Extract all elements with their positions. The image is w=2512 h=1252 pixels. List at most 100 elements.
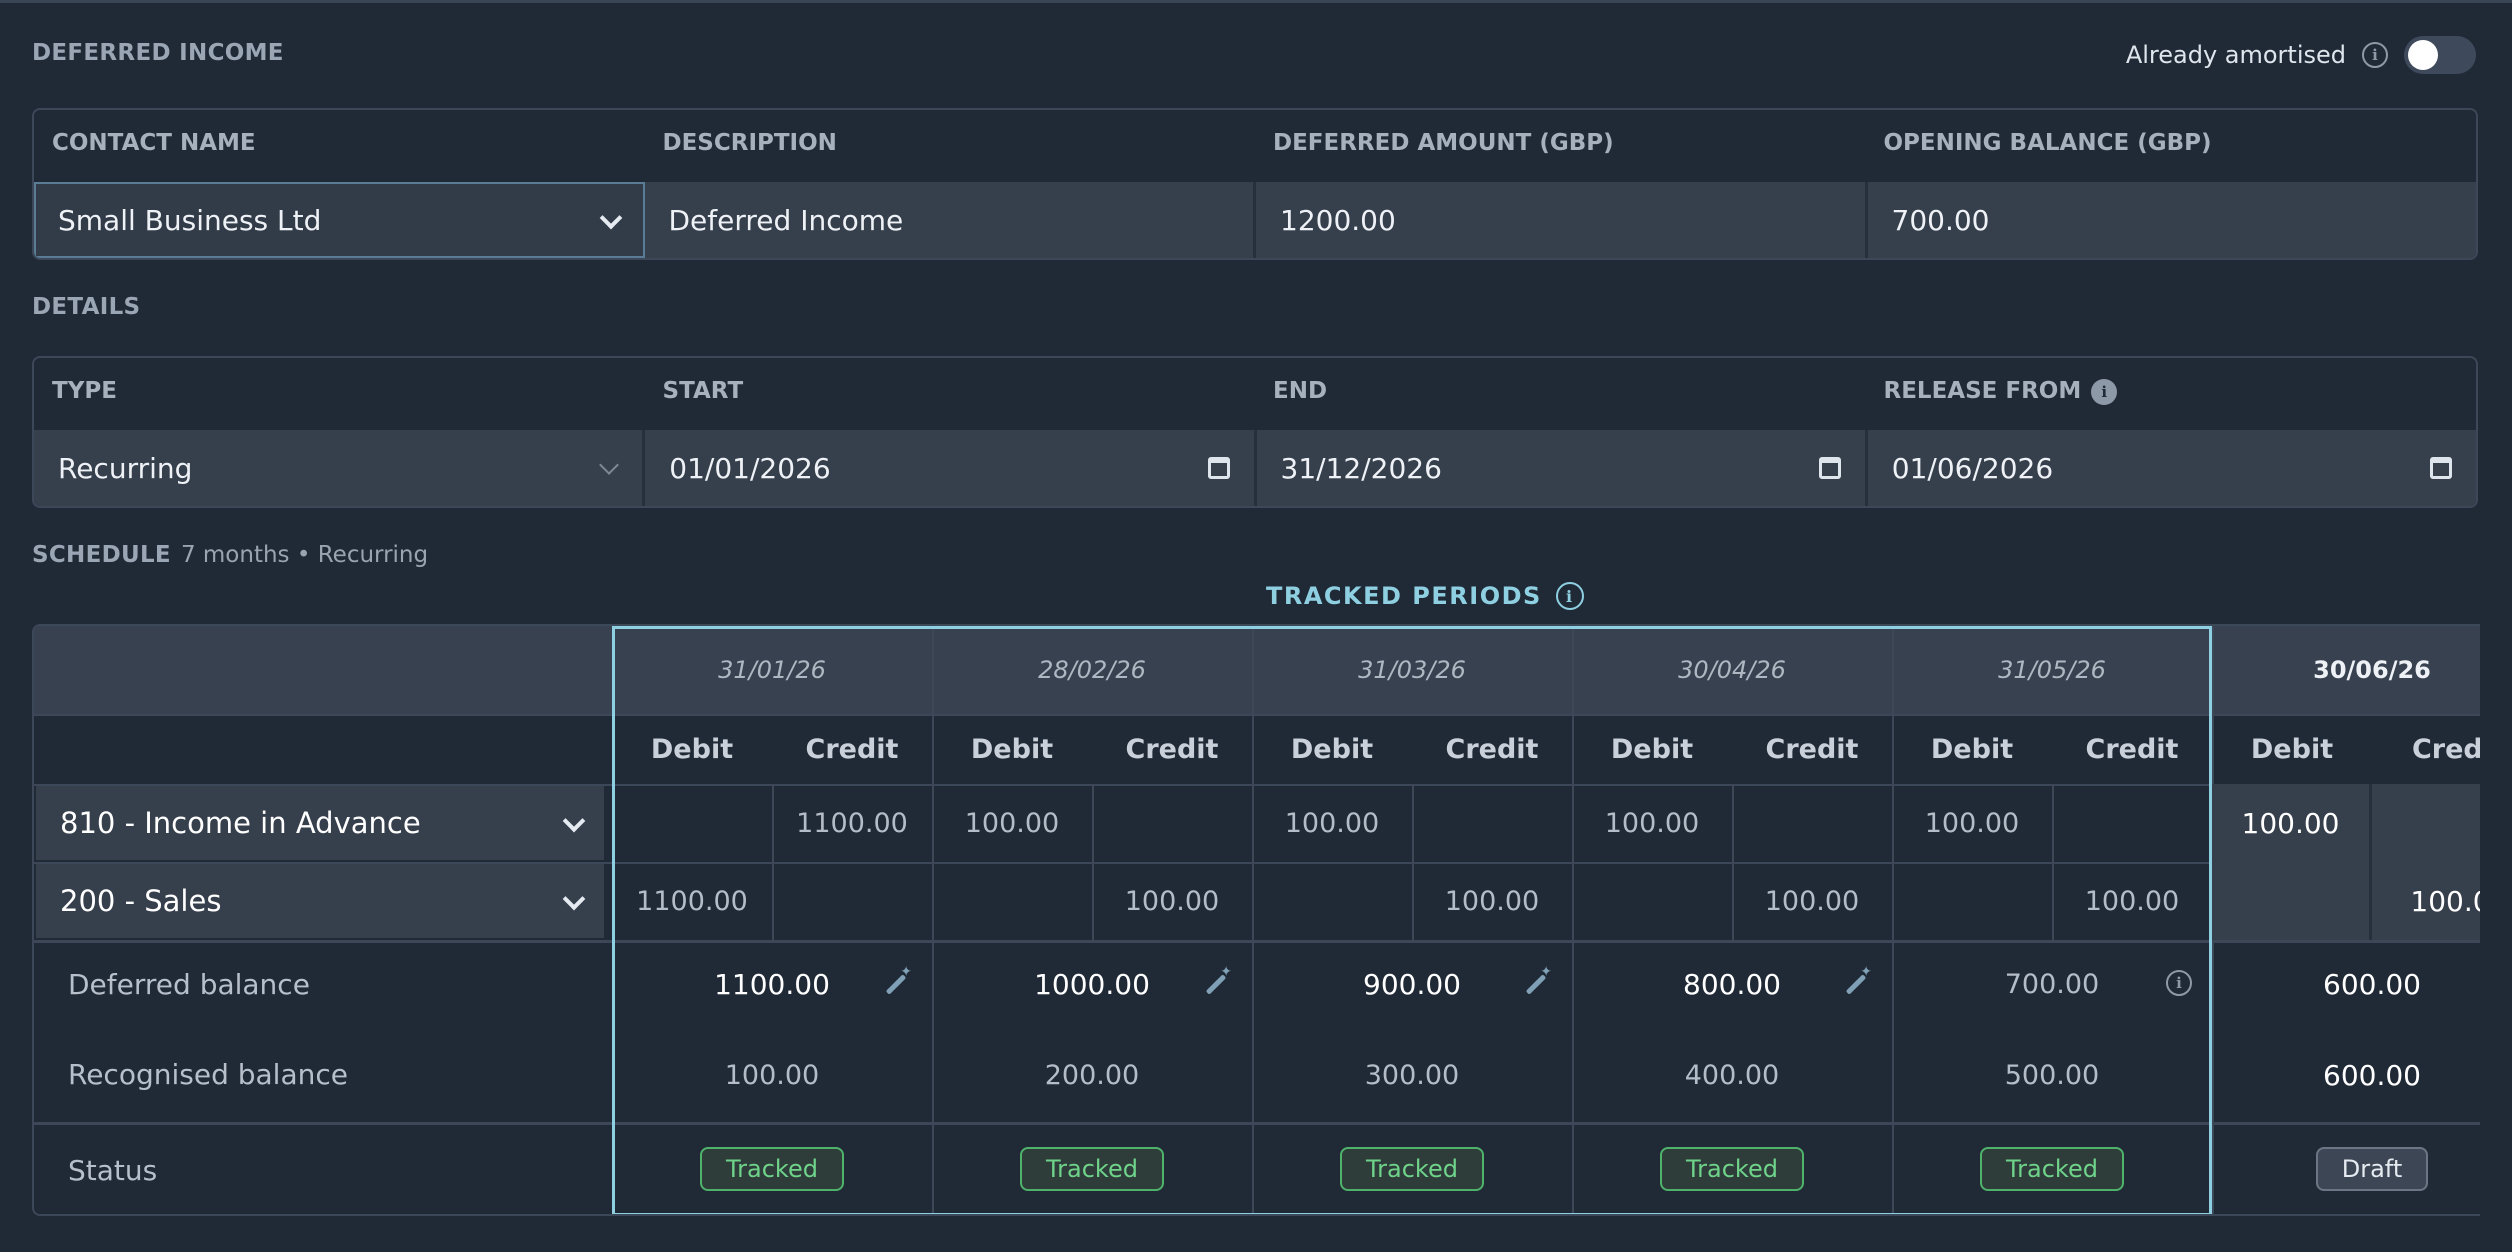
status-cell: Tracked — [1252, 1122, 1572, 1214]
top-border — [0, 0, 2512, 3]
schedule-subtitle: 7 months • Recurring — [180, 542, 429, 568]
already-amortised-control: Already amortised i — [2126, 30, 2476, 80]
chevron-down-icon — [598, 458, 618, 478]
calendar-icon[interactable] — [1818, 457, 1841, 479]
release-from-header: RELEASE FROM i — [1866, 358, 2477, 430]
status-badge[interactable]: Tracked — [1660, 1147, 1804, 1191]
credit-header: Credit — [1125, 733, 1219, 765]
status-badge[interactable]: Tracked — [1340, 1147, 1484, 1191]
type-value: Recurring — [58, 451, 193, 485]
magic-wand-icon[interactable] — [1842, 964, 1872, 998]
credit-cell[interactable] — [2052, 784, 2212, 862]
credit-cell[interactable]: 100.00 — [2052, 862, 2212, 940]
calendar-icon[interactable] — [2430, 457, 2452, 479]
start-date-input[interactable]: 01/01/2026 — [645, 430, 1257, 506]
status-cell: Tracked — [612, 1122, 932, 1214]
period-date: 31/01/26 — [718, 656, 826, 684]
credit-cell[interactable] — [1732, 784, 1892, 862]
debit-cell[interactable]: 100.00 — [1892, 784, 2052, 862]
status-badge[interactable]: Tracked — [700, 1147, 844, 1191]
debit-cell[interactable] — [1252, 862, 1412, 940]
deferred-balance-value: 700.00 — [2004, 968, 2100, 1000]
debit-cell[interactable] — [2212, 862, 2372, 940]
recognised-balance-value: 200.00 — [1044, 1059, 1140, 1091]
status-badge[interactable]: Draft — [2315, 1147, 2429, 1191]
credit-cell[interactable]: 100.00 — [1732, 862, 1892, 940]
deferred-income-fields: CONTACT NAME DESCRIPTION DEFERRED AMOUNT… — [32, 108, 2478, 260]
debit-cell[interactable]: 100.00 — [932, 784, 1092, 862]
status-cell: Tracked — [1892, 1122, 2212, 1214]
debit-cell[interactable] — [612, 784, 772, 862]
end-date-input[interactable]: 31/12/2026 — [1257, 430, 1868, 506]
info-icon[interactable]: i — [2362, 42, 2388, 68]
schedule-table: 810 - Income in Advance 200 - Sales Deferr… — [32, 624, 2480, 1216]
credit-cell[interactable]: 100.00 — [1092, 862, 1252, 940]
info-icon[interactable]: i — [2091, 378, 2118, 405]
start-header: START — [662, 378, 744, 404]
release-from-value: 01/06/2026 — [1891, 451, 2054, 485]
account-label: 810 - Income in Advance — [60, 806, 421, 840]
debit-cell[interactable]: 100.00 — [1572, 784, 1732, 862]
recognised-balance-value: 100.00 — [724, 1059, 820, 1091]
status-badge[interactable]: Tracked — [1980, 1147, 2124, 1191]
credit-cell[interactable]: 100.00 — [1412, 862, 1572, 940]
debit-header: Debit — [1610, 733, 1694, 765]
release-from-label: RELEASE FROM — [1883, 378, 2082, 404]
recognised-balance-value: 300.00 — [1364, 1059, 1460, 1091]
chevron-down-icon — [562, 813, 582, 833]
contact-name-select[interactable]: Small Business Ltd — [34, 182, 645, 258]
debit-cell[interactable] — [1572, 862, 1732, 940]
end-header: END — [1273, 378, 1328, 404]
description-value: Deferred Income — [668, 203, 904, 237]
debit-cell[interactable] — [1892, 862, 2052, 940]
already-amortised-label: Already amortised — [2125, 41, 2346, 69]
recognised-balance-value: 500.00 — [2004, 1059, 2100, 1091]
deferred-income-title: DEFERRED INCOME — [32, 40, 284, 66]
tracked-periods-label: TRACKED PERIODS i — [1266, 582, 1584, 610]
opening-balance-input[interactable]: 700.00 — [1868, 182, 2477, 258]
credit-cell[interactable]: 1100.00 — [772, 784, 932, 862]
recognised-balance-label: Recognised balance — [68, 1058, 348, 1091]
recognised-balance-value: 400.00 — [1684, 1059, 1780, 1091]
deferred-amount-value: 1200.00 — [1280, 203, 1396, 237]
credit-cell[interactable] — [1412, 784, 1572, 862]
account-label: 200 - Sales — [60, 884, 222, 918]
type-select[interactable]: Recurring — [34, 430, 646, 506]
release-from-input[interactable]: 01/06/2026 — [1868, 430, 2476, 506]
period-date: 31/03/26 — [1358, 656, 1466, 684]
debit-cell[interactable]: 100.00 — [2212, 784, 2372, 862]
deferred-amount-input[interactable]: 1200.00 — [1256, 182, 1868, 258]
period-date: 31/05/26 — [1998, 656, 2106, 684]
account-select[interactable]: 810 - Income in Advance — [36, 786, 604, 860]
credit-cell[interactable] — [1092, 784, 1252, 862]
debit-cell[interactable]: 100.00 — [1252, 784, 1412, 862]
info-icon[interactable]: i — [1555, 582, 1584, 610]
opening-balance-value: 700.00 — [1891, 203, 1990, 237]
contact-name-header: CONTACT NAME — [52, 130, 256, 156]
credit-cell[interactable] — [2372, 784, 2480, 862]
calendar-icon[interactable] — [1207, 457, 1230, 479]
end-date-value: 31/12/2026 — [1280, 451, 1442, 485]
credit-cell[interactable]: 100.0 — [2372, 862, 2480, 940]
status-cell: Tracked — [1572, 1122, 1892, 1214]
magic-wand-icon[interactable] — [1202, 964, 1232, 998]
info-icon[interactable]: i — [2166, 970, 2192, 996]
debit-header: Debit — [970, 733, 1054, 765]
period-date: 30/06/26 — [2313, 656, 2431, 684]
credit-cell[interactable] — [772, 862, 932, 940]
magic-wand-icon[interactable] — [1522, 964, 1552, 998]
contact-name-value: Small Business Ltd — [58, 203, 322, 237]
status-badge[interactable]: Tracked — [1020, 1147, 1164, 1191]
credit-header: Credi — [2411, 733, 2480, 765]
account-select[interactable]: 200 - Sales — [36, 864, 604, 938]
status-cell: Tracked — [932, 1122, 1252, 1214]
already-amortised-toggle[interactable] — [2404, 36, 2476, 74]
debit-cell[interactable]: 1100.00 — [612, 862, 772, 940]
deferred-amount-header: DEFERRED AMOUNT (GBP) — [1273, 130, 1614, 156]
description-input[interactable]: Deferred Income — [645, 182, 1256, 258]
tracked-periods-text: TRACKED PERIODS — [1266, 582, 1542, 610]
magic-wand-icon[interactable] — [882, 964, 912, 998]
debit-header: Debit — [2250, 733, 2334, 765]
debit-cell[interactable] — [932, 862, 1092, 940]
status-cell: Draft — [2212, 1122, 2480, 1214]
